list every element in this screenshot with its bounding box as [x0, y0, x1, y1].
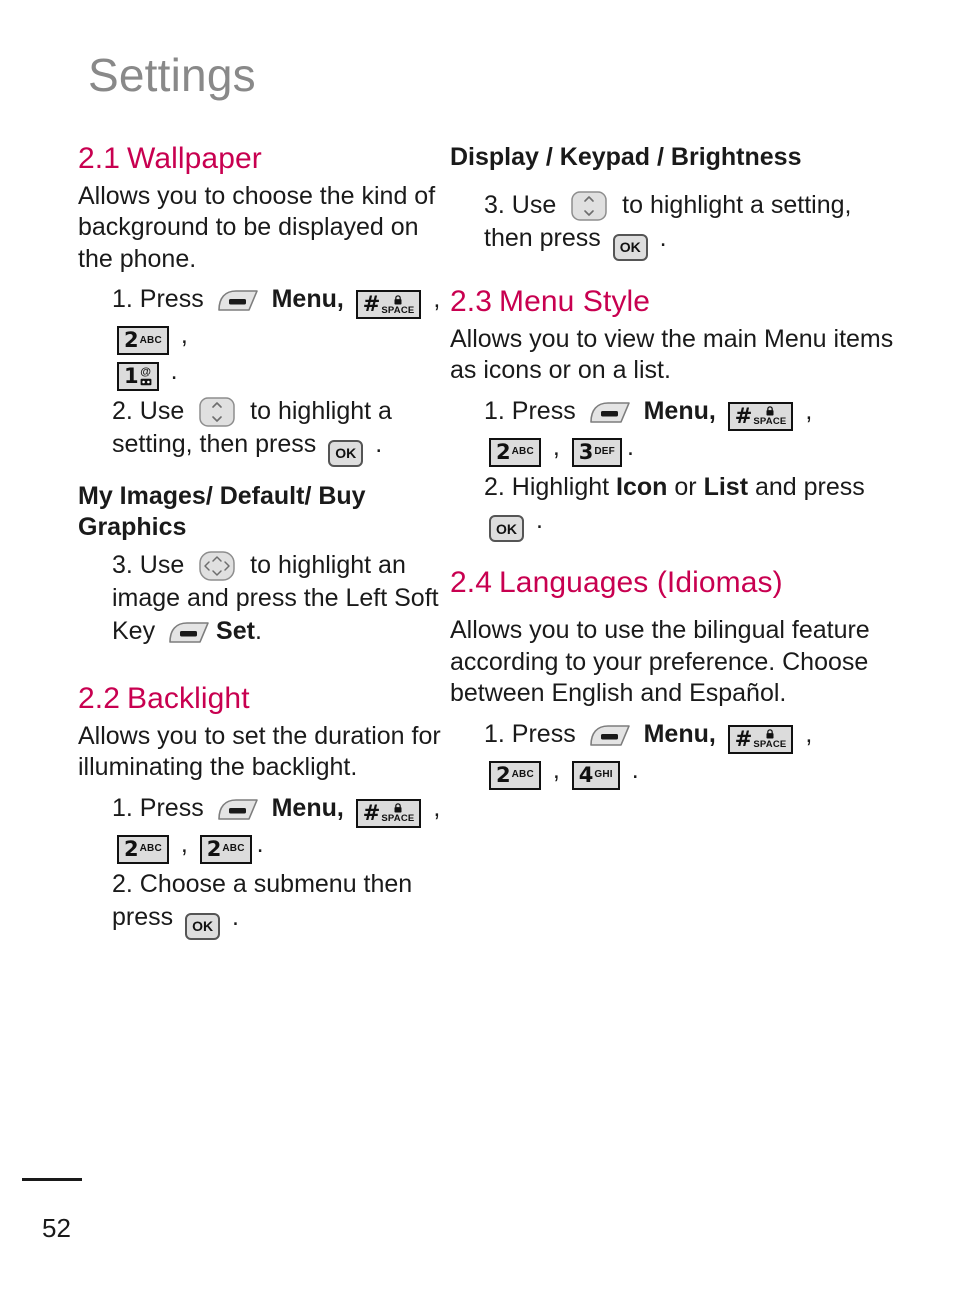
footer-divider	[22, 1178, 82, 1181]
step-text-and-press: and press	[754, 472, 865, 501]
step-text-use: 3. Use	[484, 191, 557, 219]
key-2-abc-icon: 2 ABC	[489, 760, 541, 790]
step-punct-period: .	[256, 829, 264, 858]
step-text-choose: 2. Choose a submenu then press	[112, 869, 413, 931]
step-punct-comma: ,	[805, 719, 813, 748]
section-2-3-intro: Allows you to view the main Menu items a…	[450, 324, 894, 385]
step-punct-comma: ,	[433, 793, 441, 822]
left-soft-key-icon	[216, 797, 260, 823]
step-text-use: 3. Use	[112, 551, 185, 580]
step-punct-comma-2: ,	[180, 829, 188, 858]
step-text-or: or	[674, 472, 697, 501]
ok-key-icon: OK	[185, 912, 221, 940]
lock-icon	[766, 406, 774, 416]
step-punct-period: .	[631, 755, 639, 784]
step-2-3-1: 1. Press Menu, # SPACE , 2 ABC , 3 DEF .	[450, 395, 906, 467]
step-display-3: 3. Use to highlight a setting, then pres…	[450, 189, 906, 261]
option-icon-label: Icon	[616, 472, 668, 501]
up-down-navigation-key-icon	[197, 396, 237, 428]
left-column: 2.1 Wallpaper Allows you to choose the ki…	[0, 142, 452, 944]
section-number: 2.1	[78, 142, 121, 175]
ok-key-icon: OK	[612, 233, 648, 261]
step-2-2-1: 1. Press Menu, # SPACE , 2 ABC , 2 ABC .	[78, 792, 442, 864]
step-punct-comma-2: ,	[552, 755, 560, 784]
key-2-abc-icon-2: 2 ABC	[199, 834, 252, 864]
step-punct-period: .	[375, 430, 383, 459]
step-text-menu: Menu,	[643, 719, 716, 748]
left-soft-key-icon	[167, 620, 211, 646]
section-title: Wallpaper	[127, 142, 262, 175]
section-number: 2.3	[450, 284, 493, 318]
section-heading-2-2: 2.2 Backlight	[78, 682, 442, 717]
key-2-abc-icon: 2 ABC	[117, 326, 169, 356]
step-text-set: Set	[216, 617, 255, 646]
section-2-2-intro: Allows you to set the duration for illum…	[78, 721, 441, 782]
step-punct-period: .	[626, 432, 634, 461]
key-3-def-icon: 3 DEF	[571, 437, 622, 467]
left-soft-key-icon	[588, 723, 632, 749]
section-heading-2-3: 2.3 Menu Style	[450, 285, 906, 320]
step-text-menu: Menu,	[271, 793, 344, 822]
ok-key-icon: OK	[489, 515, 524, 543]
step-punct-period: .	[170, 357, 178, 386]
section-number: 2.4	[450, 566, 493, 600]
two-column-body: 2.1 Wallpaper Allows you to choose the ki…	[0, 142, 954, 944]
page-number: 52	[42, 1213, 71, 1243]
subheading-my-images: My Images/ Default/ Buy Graphics	[78, 482, 366, 542]
step-punct-comma: ,	[805, 396, 813, 425]
section-2-1-intro: Allows you to choose the kind of backgro…	[78, 181, 436, 273]
lock-icon	[766, 729, 774, 739]
step-punct-comma-2: ,	[180, 321, 188, 350]
page-title: Settings	[88, 49, 256, 101]
section-heading-2-4: 2.4 Languages (Idiomas)	[450, 566, 906, 601]
key-hash-space-icon: # SPACE	[355, 290, 422, 320]
key-hash-space-icon: # SPACE	[727, 724, 794, 754]
step-2-1-2: 2. Use to highlight a setting, then pres…	[78, 395, 442, 468]
step-2-3-2: 2. Highlight Icon or List and press OK .	[450, 471, 906, 543]
step-punct-comma-2: ,	[552, 432, 560, 461]
voicemail-icon	[140, 379, 152, 386]
key-hash-space-icon: # SPACE	[727, 401, 794, 431]
lock-icon	[394, 803, 402, 813]
manual-page: Settings 2.1 Wallpaper Allows you to choo…	[0, 0, 954, 1291]
key-4-ghi-icon: 4 GHI	[571, 760, 620, 790]
right-column: Display / Keypad / Brightness 3. Use to …	[430, 142, 932, 944]
step-text-highlight: 2. Highlight	[484, 472, 610, 501]
step-2-1-1: 1. Press Menu, # SPACE , 2 ABC , 1 @ .	[78, 283, 442, 392]
step-punct-period: .	[232, 902, 239, 931]
key-hash-space-icon: # SPACE	[355, 798, 422, 828]
step-2-2-2: 2. Choose a submenu then press OK .	[78, 868, 442, 940]
step-2-4-1: 1. Press Menu, # SPACE , 2 ABC , 4 GHI .	[450, 718, 906, 790]
left-soft-key-icon	[216, 288, 260, 314]
step-text-press: 1. Press	[112, 793, 204, 822]
key-2-abc-icon: 2 ABC	[117, 834, 169, 864]
key-1-voicemail-icon: 1 @	[117, 362, 159, 392]
up-down-navigation-key-icon	[569, 190, 609, 222]
step-text-press: 1. Press	[484, 396, 576, 425]
left-soft-key-icon	[588, 400, 632, 426]
step-text-menu: Menu,	[643, 396, 716, 425]
step-punct-period: .	[254, 617, 262, 646]
step-punct-period: .	[535, 505, 543, 534]
section-title: Backlight	[127, 682, 250, 716]
step-text-press: 1. Press	[112, 285, 204, 314]
step-punct-period: .	[659, 224, 667, 252]
subheading-display-keypad-brightness: Display / Keypad / Brightness	[450, 143, 802, 171]
step-2-1-3: 3. Use to highlight an image and press t…	[78, 549, 442, 648]
section-title: Languages (Idiomas)	[499, 566, 783, 600]
section-2-4-intro: Allows you to use the bilingual feature …	[450, 616, 870, 708]
step-text-use: 2. Use	[112, 397, 185, 426]
step-punct-comma: ,	[433, 285, 441, 314]
four-way-navigation-key-icon	[197, 550, 237, 582]
ok-key-icon: OK	[328, 440, 364, 468]
key-2-abc-icon: 2 ABC	[489, 437, 541, 467]
step-text-press: 1. Press	[484, 719, 576, 748]
section-title: Menu Style	[499, 284, 651, 318]
option-list-label: List	[703, 472, 749, 501]
section-number: 2.2	[78, 682, 121, 716]
step-text-menu: Menu,	[271, 285, 344, 314]
section-heading-2-1: 2.1 Wallpaper	[78, 142, 442, 177]
lock-icon	[394, 294, 402, 305]
